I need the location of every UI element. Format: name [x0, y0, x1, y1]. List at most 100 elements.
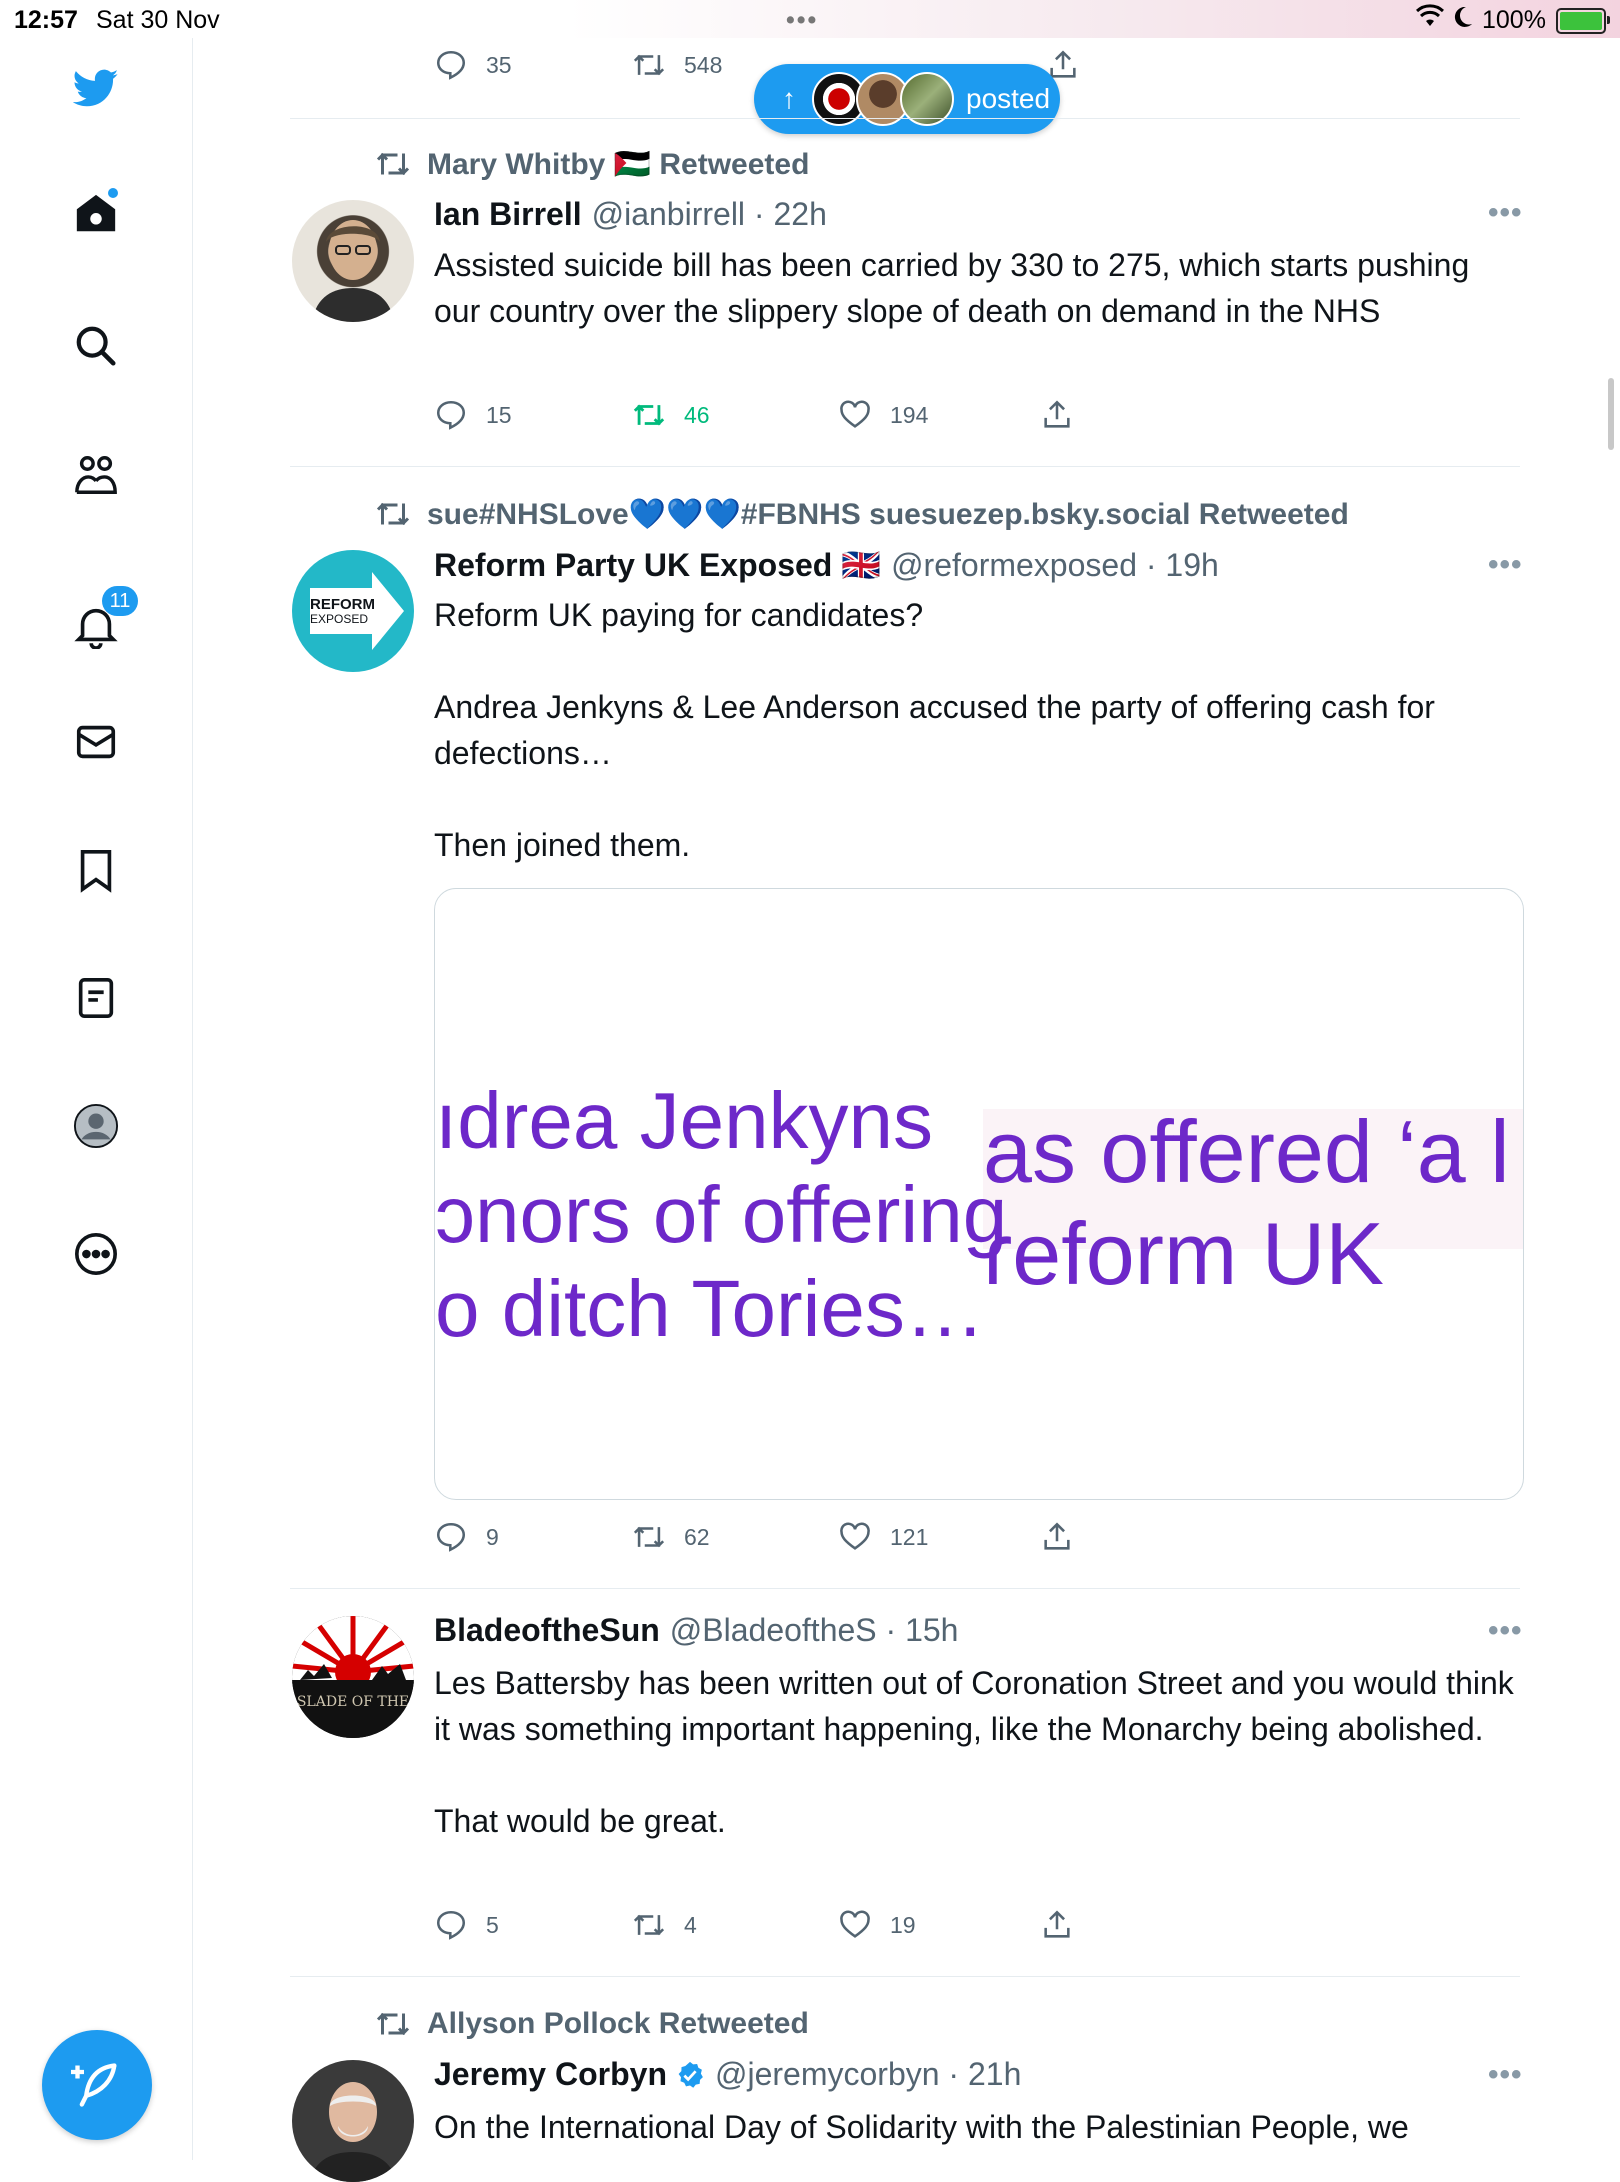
share-icon: [1044, 1522, 1070, 1550]
share-button[interactable]: [1040, 1520, 1092, 1554]
media-text: o ditch Tories…: [435, 1264, 985, 1353]
share-icon: [1044, 400, 1070, 428]
retweeted-by[interactable]: sue#NHSLove💙💙💙#FBNHS suesuezep.bsky.soci…: [375, 496, 1349, 532]
divider: [290, 1976, 1520, 1977]
like-button[interactable]: 121: [838, 1520, 928, 1554]
retweet-count: 46: [684, 401, 710, 428]
sidebar: 11: [0, 38, 193, 2160]
wifi-icon: [1415, 4, 1445, 37]
bookmark-icon[interactable]: [70, 844, 122, 896]
tweet-header: Jeremy Corbyn @jeremycorbyn · 21h: [434, 2056, 1021, 2093]
battery-icon: [1556, 8, 1610, 34]
avatar[interactable]: [292, 200, 414, 322]
like-count: 121: [890, 1523, 929, 1550]
divider: [290, 466, 1520, 467]
retweet-icon: [633, 404, 665, 426]
retweet-icon: [376, 152, 410, 176]
retweet-button[interactable]: 4: [632, 1908, 697, 1942]
share-button[interactable]: [1040, 1908, 1092, 1942]
retweet-button[interactable]: 62: [632, 1520, 710, 1554]
author-handle[interactable]: @reformexposed · 19h: [891, 547, 1219, 584]
more-options-icon[interactable]: •••: [1488, 548, 1523, 582]
author-handle[interactable]: @jeremycorbyn · 21h: [715, 2056, 1021, 2093]
search-icon[interactable]: [70, 320, 122, 372]
more-options-icon[interactable]: •••: [1488, 1614, 1523, 1648]
author-handle[interactable]: @ianbirrell · 22h: [592, 196, 827, 233]
retweeted-by[interactable]: Mary Whitby 🇵🇸 Retweeted: [375, 146, 809, 182]
more-options-icon[interactable]: •••: [1488, 196, 1523, 230]
tweet-text: Assisted suicide bill has been carried b…: [434, 247, 1479, 329]
battery-percent: 100%: [1482, 6, 1546, 34]
home-icon[interactable]: [70, 188, 122, 240]
media-text: ɾeform UK: [983, 1204, 1384, 1303]
media-text: ɔnors of offering: [435, 1170, 1008, 1259]
status-time: 12:57: [14, 6, 78, 34]
like-icon: [840, 400, 870, 428]
share-button[interactable]: [1040, 398, 1092, 432]
compose-button[interactable]: [42, 2030, 152, 2140]
communities-icon[interactable]: [70, 449, 122, 501]
avatar[interactable]: [292, 2060, 414, 2182]
reply-button[interactable]: 15: [434, 398, 512, 432]
lists-icon[interactable]: [70, 972, 122, 1024]
divider: [290, 1588, 1520, 1589]
retweet-button[interactable]: 548: [632, 48, 722, 82]
retweeted-by[interactable]: Allyson Pollock Retweeted: [375, 2006, 809, 2042]
more-options-icon[interactable]: •••: [1488, 2058, 1523, 2092]
retweeted-by-label: sue#NHSLove💙💙💙#FBNHS suesuezep.bsky.soci…: [427, 497, 1349, 531]
multitask-dots-icon[interactable]: •••: [786, 6, 818, 35]
reply-button[interactable]: 35: [434, 48, 512, 82]
author-name[interactable]: Ian Birrell: [434, 196, 582, 233]
tweet-text: Les Battersby has been written out of Co…: [434, 1665, 1514, 1839]
reply-icon: [436, 400, 466, 430]
like-count: 194: [890, 401, 929, 428]
avatar[interactable]: SLADE OF THE: [292, 1616, 414, 1738]
retweeted-by-label: Allyson Pollock Retweeted: [427, 2007, 809, 2040]
retweet-count: 62: [684, 1523, 710, 1550]
reply-icon: [436, 1910, 466, 1940]
author-name[interactable]: BladeoftheSun: [434, 1612, 660, 1649]
scrollbar[interactable]: [1608, 378, 1614, 450]
verified-icon: [678, 2061, 703, 2088]
bell-icon[interactable]: 11: [70, 586, 138, 652]
like-button[interactable]: 19: [838, 1908, 916, 1942]
avatar-text: EXPOSED: [310, 612, 369, 626]
reply-count: 9: [486, 1523, 499, 1550]
retweeted-by-label: Mary Whitby 🇵🇸 Retweeted: [427, 147, 810, 181]
profile-icon[interactable]: [70, 1100, 122, 1152]
status-bar: 12:57 Sat 30 Nov ••• 100%: [0, 0, 1620, 38]
author-handle[interactable]: @BladeoftheS · 15h: [670, 1612, 959, 1649]
retweet-icon: [376, 502, 410, 526]
notifications-badge: 11: [102, 586, 138, 616]
reply-icon: [436, 50, 466, 80]
author-name[interactable]: Jeremy Corbyn: [434, 2056, 667, 2093]
reply-button[interactable]: 5: [434, 1908, 499, 1942]
author-name[interactable]: Reform Party UK Exposed 🇬🇧: [434, 546, 881, 584]
tweet-media-image[interactable]: ıdrea Jenkyns ɔnors of offering o ditch …: [434, 888, 1524, 1500]
tweet-header: Reform Party UK Exposed 🇬🇧 @reformexpose…: [434, 546, 1219, 584]
reply-count: 5: [486, 1911, 499, 1938]
reply-button[interactable]: 9: [434, 1520, 499, 1554]
tweet-text: On the International Day of Solidarity w…: [434, 2109, 1409, 2145]
compose-icon: [71, 2063, 117, 2107]
like-button[interactable]: 194: [838, 398, 928, 432]
tweet-text: Reform UK paying for candidates? Andrea …: [434, 597, 1435, 863]
retweet-icon: [633, 54, 665, 76]
like-icon: [840, 1522, 870, 1550]
share-icon: [1044, 1910, 1070, 1938]
mail-icon[interactable]: [70, 716, 122, 768]
more-icon[interactable]: [70, 1228, 122, 1280]
media-text: ıdrea Jenkyns: [435, 1076, 934, 1165]
media-text: as offered ‘a l: [983, 1102, 1510, 1201]
tweet-header: Ian Birrell @ianbirrell · 22h: [434, 196, 827, 233]
new-posts-pill[interactable]: ↑ posted: [754, 64, 1060, 134]
retweet-count: 4: [684, 1911, 697, 1938]
avatar-text: SLADE OF THE: [296, 1694, 410, 1710]
reply-count: 35: [486, 51, 512, 78]
retweet-icon: [376, 2012, 410, 2036]
share-button[interactable]: [1046, 48, 1098, 82]
twitter-logo-icon[interactable]: [70, 62, 122, 114]
avatar[interactable]: REFORM EXPOSED: [292, 550, 414, 672]
divider: [290, 118, 1520, 119]
retweet-button[interactable]: 46: [632, 398, 710, 432]
